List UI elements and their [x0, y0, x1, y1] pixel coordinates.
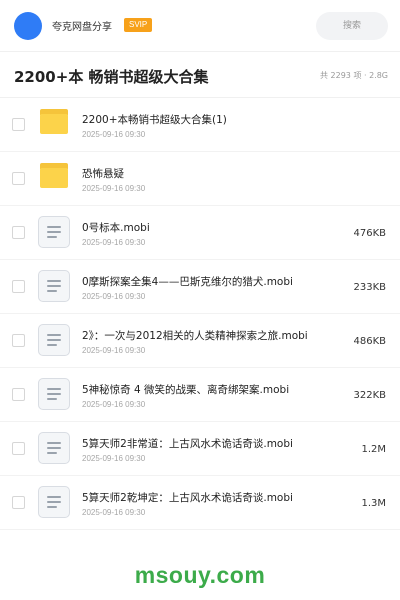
file-name: 2200+本畅销书超级大合集(1)	[82, 114, 227, 126]
row-checkbox[interactable]	[12, 496, 25, 509]
row-checkbox[interactable]	[12, 172, 25, 185]
list-item[interactable]: 0号标本.mobi 2025-09-16 09:30 476KB	[0, 206, 400, 260]
row-checkbox[interactable]	[12, 442, 25, 455]
file-size: 233KB	[353, 282, 386, 293]
file-date: 2025-09-16 09:30	[82, 292, 146, 301]
title-bar: 2200+本 畅销书超级大合集 共 2293 项 · 2.8G	[0, 52, 400, 98]
file-date: 2025-09-16 09:30	[82, 238, 146, 247]
row-checkbox[interactable]	[12, 334, 25, 347]
row-checkbox[interactable]	[12, 226, 25, 239]
header: 夸克网盘分享 SVIP	[0, 0, 400, 52]
watermark: msouy.com	[134, 562, 266, 588]
file-name: 0摩斯探案全集4——巴斯克维尔的猎犬.mobi	[82, 276, 293, 288]
user-name: 夸克网盘分享	[52, 22, 112, 33]
document-icon	[38, 270, 70, 302]
folder-icon	[38, 108, 70, 140]
file-size: 486KB	[353, 336, 386, 347]
document-icon	[38, 216, 70, 248]
list-item[interactable]: 2》：一次与2012相关的人类精神探索之旅.mobi 2025-09-16 09…	[0, 314, 400, 368]
file-name: 5算天师2乾坤定：上古风水术诡话奇谈.mobi	[82, 492, 293, 504]
item-summary: 共 2293 项 · 2.8G	[320, 71, 388, 80]
file-size: 1.3M	[361, 498, 386, 509]
document-icon	[38, 432, 70, 464]
file-date: 2025-09-16 09:30	[82, 184, 146, 193]
file-date: 2025-09-16 09:30	[82, 400, 146, 409]
file-size: 1.2M	[361, 444, 386, 455]
list-item[interactable]: 5算天师2乾坤定：上古风水术诡话奇谈.mobi 2025-09-16 09:30…	[0, 476, 400, 530]
file-date: 2025-09-16 09:30	[82, 346, 146, 355]
list-item[interactable]: 5神秘惊奇 4 微笑的战栗、离奇绑架案.mobi 2025-09-16 09:3…	[0, 368, 400, 422]
file-name: 恐怖悬疑	[82, 168, 124, 180]
file-name: 5神秘惊奇 4 微笑的战栗、离奇绑架案.mobi	[82, 384, 290, 396]
file-date: 2025-09-16 09:30	[82, 508, 146, 517]
row-checkbox[interactable]	[12, 388, 25, 401]
search-input[interactable]	[316, 12, 388, 40]
row-checkbox[interactable]	[12, 118, 25, 131]
list-item[interactable]: 2200+本畅销书超级大合集(1) 2025-09-16 09:30	[0, 98, 400, 152]
document-icon	[38, 324, 70, 356]
list-item[interactable]: 5算天师2非常道：上古风水术诡话奇谈.mobi 2025-09-16 09:30…	[0, 422, 400, 476]
file-size: 322KB	[353, 390, 386, 401]
share-page: 夸克网盘分享 SVIP 2200+本 畅销书超级大合集 共 2293 项 · 2…	[0, 0, 400, 600]
document-icon	[38, 378, 70, 410]
avatar[interactable]	[14, 12, 42, 40]
vip-badge: SVIP	[124, 18, 153, 32]
file-list: 2200+本畅销书超级大合集(1) 2025-09-16 09:30 恐怖悬疑 …	[0, 98, 400, 530]
file-name: 0号标本.mobi	[82, 222, 150, 234]
folder-icon	[38, 162, 70, 194]
list-item[interactable]: 恐怖悬疑 2025-09-16 09:30	[0, 152, 400, 206]
document-icon	[38, 486, 70, 518]
file-size: 476KB	[353, 228, 386, 239]
file-date: 2025-09-16 09:30	[82, 454, 146, 463]
list-item[interactable]: 0摩斯探案全集4——巴斯克维尔的猎犬.mobi 2025-09-16 09:30…	[0, 260, 400, 314]
file-name: 2》：一次与2012相关的人类精神探索之旅.mobi	[82, 330, 308, 342]
page-title: 2200+本 畅销书超级大合集	[14, 68, 209, 86]
file-name: 5算天师2非常道：上古风水术诡话奇谈.mobi	[82, 438, 293, 450]
file-date: 2025-09-16 09:30	[82, 130, 146, 139]
row-checkbox[interactable]	[12, 280, 25, 293]
